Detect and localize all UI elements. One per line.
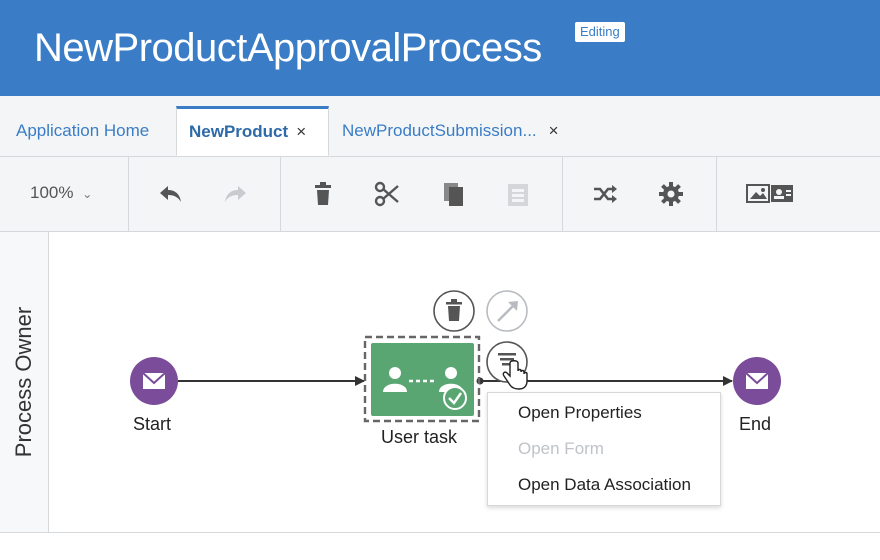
toolbar-divider [562, 157, 563, 231]
menu-item-open-data-association[interactable]: Open Data Association [518, 475, 691, 495]
process-title: NewProductApprovalProcess [34, 26, 542, 70]
tab-newproductsubmission[interactable]: NewProductSubmission... × [342, 106, 559, 156]
copy-icon[interactable] [441, 181, 467, 207]
tab-bar: Application Home NewProduct × NewProductS… [0, 96, 880, 157]
delete-node-button[interactable] [433, 290, 475, 332]
redo-icon[interactable] [222, 181, 248, 207]
tab-label: NewProductSubmission... [342, 121, 537, 140]
tab-application-home[interactable]: Application Home [16, 106, 149, 156]
toolbar: 100% ⌄ [0, 157, 880, 232]
cut-icon[interactable] [374, 181, 400, 207]
check-icon [443, 386, 467, 410]
end-event[interactable] [733, 357, 781, 405]
tab-label: Application Home [16, 121, 150, 140]
connect-node-button[interactable] [486, 290, 528, 332]
context-menu: Open Properties Open Form Open Data Asso… [487, 392, 721, 506]
zoom-dropdown[interactable]: 100% ⌄ [30, 183, 92, 203]
swimlane-divider [0, 532, 880, 533]
tab-label: NewProduct [189, 122, 289, 141]
undo-icon[interactable] [158, 181, 184, 207]
shuffle-icon[interactable] [592, 181, 618, 207]
toolbar-divider [716, 157, 717, 231]
toolbar-divider [280, 157, 281, 231]
gear-icon[interactable] [658, 181, 684, 207]
process-diagram [130, 290, 781, 423]
editing-badge: Editing [575, 22, 625, 42]
start-event-label: Start [133, 414, 172, 434]
tab-newproduct[interactable]: NewProduct × [176, 106, 329, 156]
user-task-label: User task [381, 427, 458, 447]
envelope-icon [142, 372, 166, 389]
image-card-icon[interactable] [746, 181, 794, 207]
user-task[interactable] [363, 335, 481, 423]
paste-icon[interactable] [505, 181, 531, 207]
menu-item-open-form: Open Form [518, 439, 604, 458]
close-icon[interactable]: × [549, 121, 559, 140]
menu-item-open-properties[interactable]: Open Properties [518, 403, 642, 423]
chevron-down-icon: ⌄ [82, 187, 93, 201]
app-header: NewProductApprovalProcess Editing [0, 0, 880, 96]
envelope-icon [745, 372, 769, 389]
start-event[interactable] [130, 357, 178, 405]
end-event-label: End [739, 414, 772, 434]
close-icon[interactable]: × [296, 122, 306, 141]
toolbar-divider [128, 157, 129, 231]
zoom-value: 100% [30, 183, 74, 202]
delete-icon[interactable] [310, 181, 336, 207]
